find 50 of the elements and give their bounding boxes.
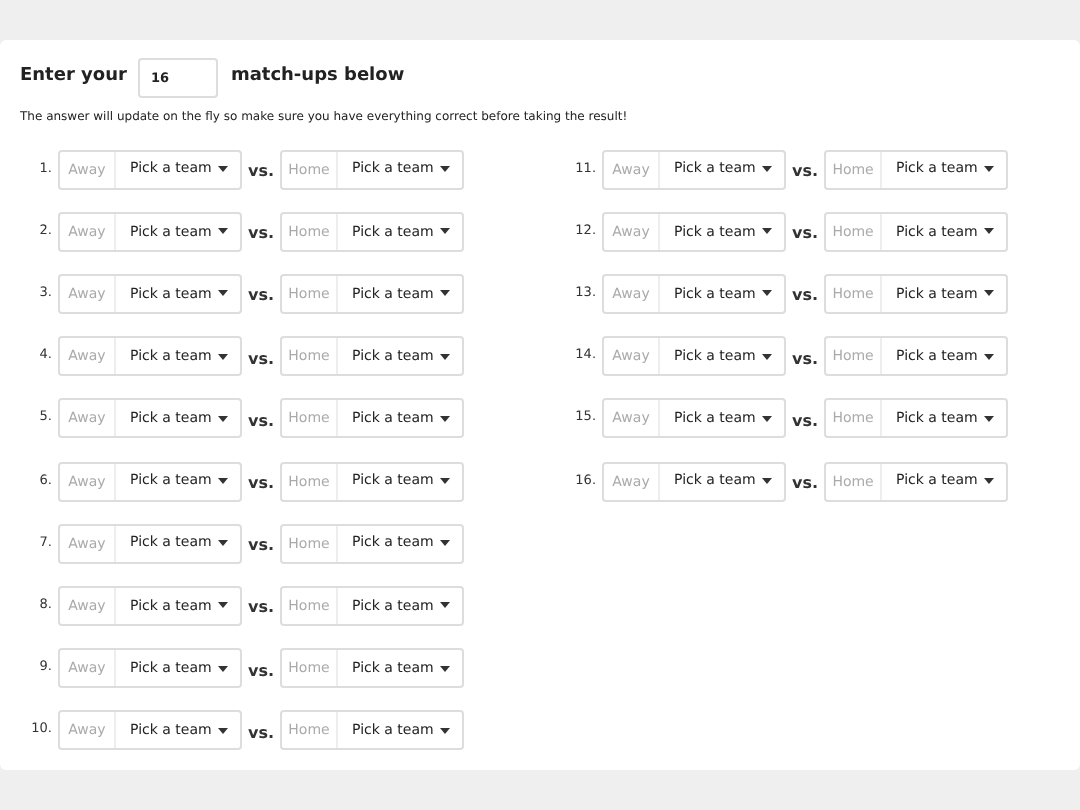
vs-text: vs. — [248, 534, 275, 559]
caret-icon — [762, 228, 773, 235]
vs-text: vs. — [792, 222, 819, 247]
vs-text: vs. — [248, 347, 275, 372]
caret-icon — [218, 665, 228, 672]
caret-icon — [218, 478, 228, 485]
vs-text: vs. — [792, 284, 819, 309]
heading-text: Enter your — [20, 64, 127, 91]
caret-icon — [984, 228, 995, 235]
vs-text: vs. — [792, 347, 819, 372]
caret-icon — [440, 290, 451, 297]
caret-icon — [984, 478, 995, 485]
caret-icon — [218, 727, 228, 734]
caret-icon — [440, 415, 451, 422]
caret-icon — [218, 602, 228, 609]
vs-text: vs. — [792, 160, 819, 185]
caret-icon — [440, 228, 451, 235]
vs-text: vs. — [248, 472, 275, 497]
vs-text: vs. — [792, 409, 819, 434]
caret-icon — [984, 353, 995, 360]
caret-icon — [218, 415, 228, 422]
caret-icon — [440, 353, 451, 360]
caret-icon — [984, 166, 995, 173]
caret-icon — [440, 665, 451, 672]
caret-icon — [440, 727, 451, 734]
caret-icon — [218, 290, 228, 297]
vs-text: vs. — [248, 222, 275, 247]
caret-icon — [218, 228, 228, 235]
vs-text: vs. — [248, 659, 275, 684]
vs-text: vs. — [248, 284, 275, 309]
vs-text: vs. — [248, 596, 275, 621]
vs-text: vs. — [248, 160, 275, 185]
caret-icon — [440, 602, 451, 609]
caret-icon — [440, 478, 451, 485]
caret-icon — [762, 353, 773, 360]
vs-text: vs. — [248, 721, 275, 746]
caret-icon — [762, 478, 773, 485]
caret-icon — [762, 290, 773, 297]
caret-icon — [984, 290, 995, 297]
caret-icon — [218, 166, 228, 173]
caret-icon — [984, 415, 995, 422]
vs-text: vs. — [792, 472, 819, 497]
caret-icon — [762, 415, 773, 422]
caret-icon — [762, 166, 773, 173]
caret-icon — [218, 540, 228, 547]
caret-icon — [440, 166, 451, 173]
caret-icon — [440, 540, 451, 547]
vs-text: vs. — [248, 409, 275, 434]
caret-icon — [218, 353, 228, 360]
heading-text: match-ups below — [230, 64, 405, 91]
